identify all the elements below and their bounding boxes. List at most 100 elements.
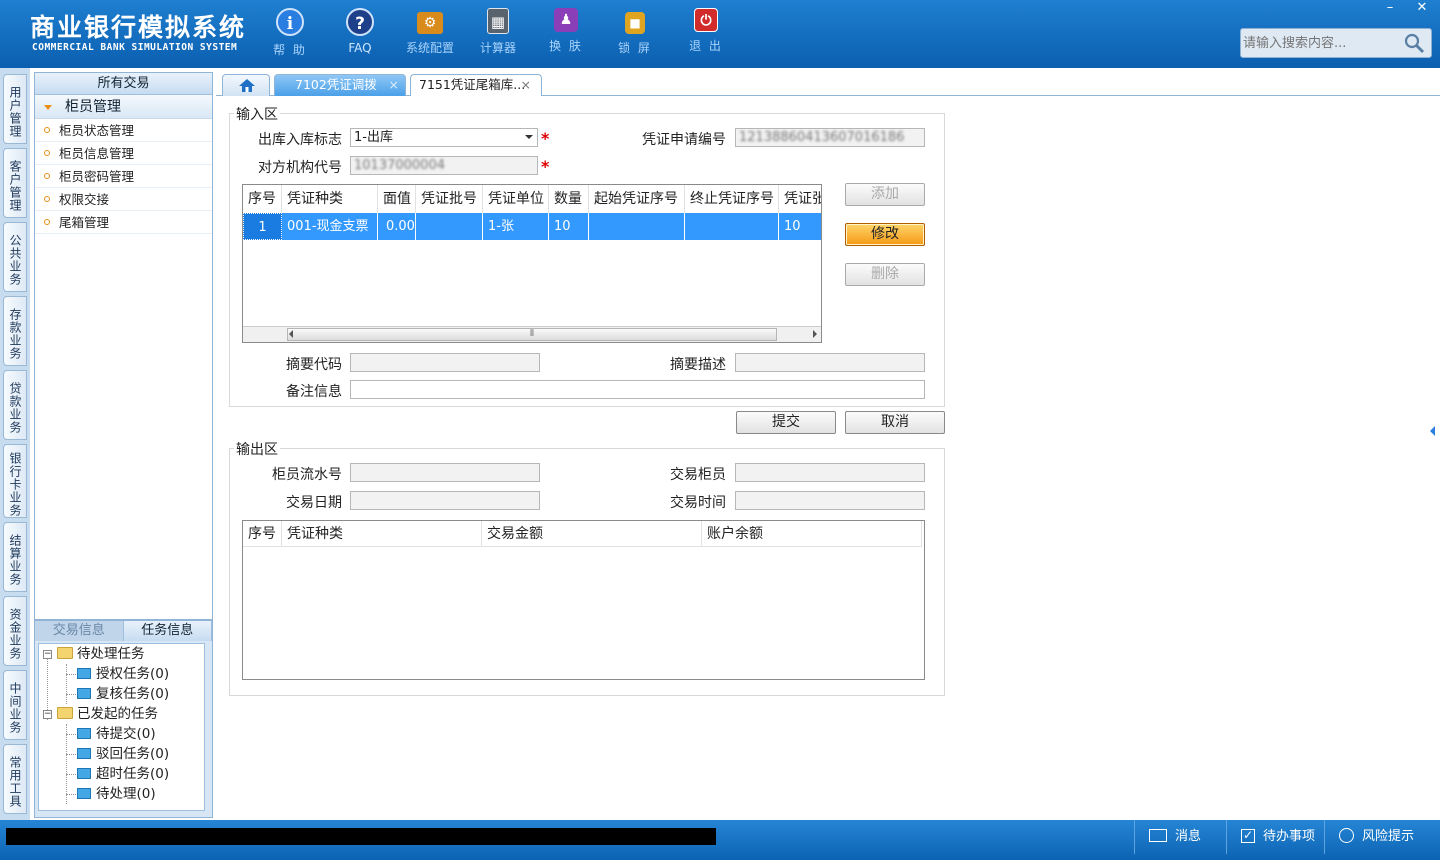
scroll-left-icon[interactable] <box>289 330 293 338</box>
expand-arrow-icon <box>44 105 52 110</box>
table-header: 账户余额 <box>702 521 922 547</box>
exit-button[interactable]: ⏻ 退 出 <box>676 8 736 54</box>
side-tab-bank-card[interactable]: 银行卡业务 <box>3 444 27 518</box>
folder-icon <box>57 707 73 719</box>
bullet-icon <box>44 196 50 202</box>
close-tab-icon[interactable]: × <box>521 75 531 95</box>
txn-time-field[interactable] <box>735 491 925 510</box>
summary-desc-label: 摘要描述 <box>670 357 726 373</box>
tree-node-auth-tasks[interactable]: 授权任务(0) <box>77 664 169 684</box>
tree-node-review-tasks[interactable]: 复核任务(0) <box>77 684 169 704</box>
lock-screen-button[interactable]: ■ 锁 屏 <box>605 8 665 56</box>
module-sidebar: 用户管理 客户管理 公共业务 存款业务 贷款业务 银行卡业务 结算业务 资金业务… <box>0 68 30 820</box>
side-tab-intermediary[interactable]: 中间业务 <box>3 670 27 740</box>
nav-item-permission-handover[interactable]: 权限交接 <box>35 188 212 211</box>
table-header: 凭证单位 <box>483 185 549 213</box>
table-header: 凭证种类 <box>282 521 482 547</box>
tree-node-to-submit[interactable]: 待提交(0) <box>77 724 156 744</box>
nav-item-tail-box[interactable]: 尾箱管理 <box>35 211 212 234</box>
summary-code-field[interactable] <box>350 353 540 372</box>
search-icon[interactable] <box>1403 32 1425 54</box>
scrollbar-thumb[interactable]: ⦀ <box>287 328 777 341</box>
required-mark: * <box>541 129 550 148</box>
app-title: 商业银行模拟系统 <box>30 13 247 42</box>
tab-7102[interactable]: 7102凭证调拨 × <box>274 74 406 96</box>
toolbox-icon: ⚙ <box>417 12 443 34</box>
bullet-icon <box>44 127 50 133</box>
side-tab-funds[interactable]: 资金业务 <box>3 596 27 666</box>
nav-group-teller-mgmt[interactable]: 柜员管理 <box>35 95 212 119</box>
risk-alert-button[interactable]: 风险提示 <box>1324 820 1440 854</box>
side-tab-customer-mgmt[interactable]: 客户管理 <box>3 148 27 218</box>
close-window-button[interactable]: ✕ <box>1406 0 1438 18</box>
tree-node-to-process[interactable]: 待处理(0) <box>77 784 156 804</box>
todo-button[interactable]: ✓ 待办事项 <box>1226 820 1324 854</box>
home-icon <box>239 79 255 92</box>
table-header: 序号 <box>243 185 282 213</box>
txn-teller-field[interactable] <box>735 463 925 482</box>
voucher-apply-no-label: 凭证申请编号 <box>642 132 726 148</box>
remark-field[interactable] <box>350 380 925 399</box>
nav-item-teller-status[interactable]: 柜员状态管理 <box>35 119 212 142</box>
table-header: 终止凭证序号 <box>685 185 779 213</box>
txn-date-field[interactable] <box>350 491 540 510</box>
tree-node-initiated[interactable]: 已发起的任务 <box>57 704 158 724</box>
collapse-panel-icon[interactable] <box>1430 426 1435 436</box>
summary-desc-field[interactable] <box>735 353 925 372</box>
collapse-toggle[interactable]: − <box>43 650 52 659</box>
add-button[interactable]: 添加 <box>845 183 925 206</box>
side-tab-tools[interactable]: 常用工具 <box>3 744 27 814</box>
minimize-button[interactable]: – <box>1374 0 1406 18</box>
teller-serial-field[interactable] <box>350 463 540 482</box>
faq-button[interactable]: ? FAQ <box>330 8 390 55</box>
system-config-button[interactable]: ⚙ 系统配置 <box>400 8 460 56</box>
tree-node-pending[interactable]: 待处理任务 <box>57 644 145 664</box>
nav-item-teller-info[interactable]: 柜员信息管理 <box>35 142 212 165</box>
scroll-right-icon[interactable] <box>813 330 817 338</box>
side-tab-user-mgmt[interactable]: 用户管理 <box>3 74 27 144</box>
nav-item-teller-password[interactable]: 柜员密码管理 <box>35 165 212 188</box>
help-button[interactable]: i 帮 助 <box>260 8 320 58</box>
close-tab-icon[interactable]: × <box>389 75 399 95</box>
chevron-down-icon <box>525 135 533 139</box>
side-tab-loan[interactable]: 贷款业务 <box>3 370 27 440</box>
cancel-button[interactable]: 取消 <box>845 411 945 434</box>
search-input[interactable] <box>1243 33 1403 53</box>
table-row[interactable]: 1 001-现金支票 0.00 1-张 10 10 <box>243 213 821 240</box>
side-tab-public-business[interactable]: 公共业务 <box>3 222 27 292</box>
side-tab-settlement[interactable]: 结算业务 <box>3 522 27 592</box>
task-tree: − 待处理任务 授权任务(0) 复核任务(0) − 已发起的任务 待提交(0) … <box>38 643 205 811</box>
side-tab-deposit[interactable]: 存款业务 <box>3 296 27 366</box>
table-header: 面值 <box>378 185 416 213</box>
transaction-nav-panel: 所有交易 柜员管理 柜员状态管理 柜员信息管理 柜员密码管理 权限交接 尾箱管理 <box>34 72 213 620</box>
calculator-button[interactable]: ▦ 计算器 <box>468 8 528 56</box>
in-out-flag-label: 出库入库标志 <box>258 132 342 148</box>
output-table: 序号 凭证种类 交易金额 账户余额 <box>242 520 925 680</box>
checkbox-icon: ✓ <box>1241 827 1255 843</box>
required-mark: * <box>541 157 550 176</box>
messages-button[interactable]: 消息 <box>1134 820 1226 854</box>
horizontal-scrollbar[interactable]: ⦀ <box>243 326 821 342</box>
in-out-flag-select[interactable]: 1-出库 <box>350 128 538 147</box>
txn-time-label: 交易时间 <box>670 495 726 511</box>
tree-node-rejected[interactable]: 驳回任务(0) <box>77 744 169 764</box>
txn-date-label: 交易日期 <box>286 495 342 511</box>
skin-button[interactable]: ♟ 换 肤 <box>536 8 596 54</box>
tab-7151[interactable]: 7151凭证尾箱库... × <box>410 74 542 96</box>
tab-task-info[interactable]: 任务信息 <box>123 621 212 641</box>
status-bar: 消息 ✓ 待办事项 风险提示 <box>0 820 1440 860</box>
voucher-apply-no-field[interactable]: 12138860413607016186 <box>735 128 925 147</box>
delete-button[interactable]: 删除 <box>845 263 925 286</box>
submit-button[interactable]: 提交 <box>736 411 836 434</box>
counterparty-org-field[interactable]: 10137000004 <box>350 156 538 175</box>
bullet-icon <box>44 173 50 179</box>
tab-transaction-info[interactable]: 交易信息 <box>35 621 124 641</box>
collapse-toggle[interactable]: − <box>43 710 52 719</box>
modify-button[interactable]: 修改 <box>845 223 925 246</box>
task-panel: 交易信息 任务信息 − 待处理任务 授权任务(0) 复核任务(0) − 已发起的… <box>34 620 213 818</box>
info-icon: i <box>276 8 304 36</box>
input-area-legend: 输入区 <box>234 104 280 124</box>
tab-home[interactable] <box>222 74 270 96</box>
status-message-area <box>6 828 716 845</box>
tree-node-timeout[interactable]: 超时任务(0) <box>77 764 169 784</box>
